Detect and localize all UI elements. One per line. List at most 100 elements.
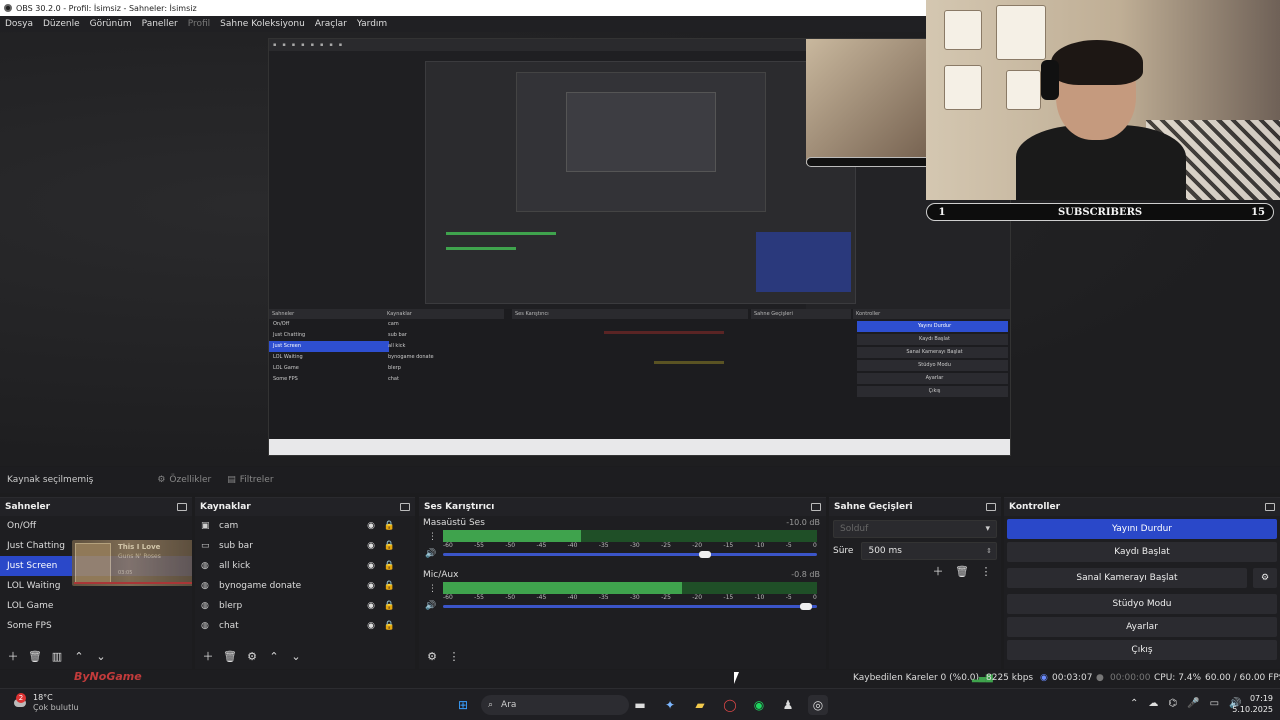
settings-button[interactable]: Ayarlar: [1007, 617, 1277, 637]
volume-slider[interactable]: [443, 605, 817, 608]
eye-icon[interactable]: ◉: [367, 521, 375, 531]
lock-icon[interactable]: 🔒: [384, 521, 395, 531]
kebab-menu-icon[interactable]: ⋮: [428, 532, 437, 542]
chevron-up-icon[interactable]: ⌃: [72, 649, 86, 663]
subscribers-overlay: 1 SUBSCRIBERS 15: [926, 203, 1274, 221]
undock-icon[interactable]: [1265, 503, 1275, 511]
eye-icon[interactable]: ◉: [367, 581, 375, 591]
start-recording-button[interactable]: Kaydı Başlat: [1007, 542, 1277, 562]
globe-icon: ◍: [201, 581, 209, 591]
taskbar-clock[interactable]: 07:19 5.10.2025: [1225, 693, 1273, 715]
game-app-icon[interactable]: ♟: [778, 695, 798, 715]
menu-edit[interactable]: Düzenle: [43, 19, 80, 29]
record-icon: ●: [1096, 673, 1104, 683]
source-item[interactable]: ▣ cam ◉ 🔒: [195, 516, 415, 536]
undock-icon[interactable]: [811, 503, 821, 511]
filter-icon[interactable]: ▥: [50, 649, 64, 663]
source-item[interactable]: ◍ all kick ◉ 🔒: [195, 556, 415, 576]
weather-icon: 2: [12, 693, 28, 711]
globe-icon: ◍: [201, 621, 209, 631]
preview-canvas[interactable]: ▪ ▪ ▪ ▪ ▪ ▪ ▪ ▪ Sahneler On/Off Just Chatting J…: [268, 38, 1011, 456]
trash-icon[interactable]: 🗑: [223, 649, 237, 663]
menu-view[interactable]: Görünüm: [90, 19, 132, 29]
eye-icon[interactable]: ◉: [367, 621, 375, 631]
menu-docks[interactable]: Paneller: [142, 19, 178, 29]
onedrive-icon[interactable]: ☁: [1148, 698, 1158, 709]
weather-widget[interactable]: 2 18°C Çok bulutlu: [12, 693, 79, 713]
source-item[interactable]: ◍ bynogame donate ◉ 🔒: [195, 576, 415, 596]
chevron-up-icon[interactable]: ⌃: [1130, 698, 1138, 709]
clock-date: 5.10.2025: [1232, 705, 1273, 714]
obs-taskbar-icon[interactable]: ◎: [808, 695, 828, 715]
eye-icon[interactable]: ◉: [367, 541, 375, 551]
lock-icon[interactable]: 🔒: [384, 581, 395, 591]
lock-icon[interactable]: 🔒: [384, 601, 395, 611]
spotify-icon[interactable]: ◉: [749, 695, 769, 715]
eye-icon[interactable]: ◉: [367, 601, 375, 611]
undock-icon[interactable]: [986, 503, 996, 511]
kebab-menu-icon[interactable]: ⋮: [428, 584, 437, 594]
undock-icon[interactable]: [400, 503, 410, 511]
chevron-down-icon[interactable]: ⌄: [94, 649, 108, 663]
kebab-menu-icon[interactable]: ⋮: [447, 649, 461, 663]
chevron-down-icon: ▾: [985, 524, 990, 534]
stop-streaming-button[interactable]: Yayını Durdur: [1007, 519, 1277, 539]
add-source-icon[interactable]: ＋: [201, 649, 215, 663]
taskbar-search[interactable]: ⌕ Ara: [481, 695, 629, 715]
duration-input[interactable]: 500 ms ⇕: [861, 542, 997, 560]
source-item[interactable]: ▭ sub bar ◉ 🔒: [195, 536, 415, 556]
add-scene-icon[interactable]: ＋: [6, 649, 20, 663]
scene-item[interactable]: Some FPS: [0, 616, 192, 636]
camera-icon: ▣: [201, 521, 210, 531]
mixer-channel: Mic/Aux -0.8 dB ⋮ -60 -55 -50 -45 -40 -35 -30-…: [419, 568, 826, 618]
virtual-camera-settings-button[interactable]: ⚙: [1253, 568, 1277, 588]
file-explorer-icon[interactable]: ▰: [690, 695, 710, 715]
gear-icon[interactable]: ⚙: [245, 649, 259, 663]
speaker-icon[interactable]: 🔊: [425, 601, 436, 611]
microphone-icon[interactable]: 🎤: [1187, 698, 1199, 709]
volume-slider-handle[interactable]: [799, 603, 812, 610]
clock-time: 07:19: [1249, 694, 1273, 703]
scene-item[interactable]: LOL Game: [0, 596, 192, 616]
task-view-icon[interactable]: ▬: [630, 695, 650, 715]
status-bar: ByNoGame Kaybedilen Kareler 0 (%0.0) ▂▄▆…: [0, 670, 1280, 688]
trash-icon[interactable]: 🗑: [28, 649, 42, 663]
webcam-feed: [926, 0, 1280, 200]
scene-item[interactable]: On/Off: [0, 516, 192, 536]
search-placeholder: Ara: [501, 700, 517, 710]
source-item[interactable]: ◍ blerp ◉ 🔒: [195, 596, 415, 616]
volume-slider-handle[interactable]: [698, 551, 711, 558]
exit-button[interactable]: Çıkış: [1007, 640, 1277, 660]
lock-icon[interactable]: 🔒: [384, 541, 395, 551]
transition-select[interactable]: Solduf ▾: [833, 520, 997, 538]
menu-scene-collection[interactable]: Sahne Koleksiyonu: [220, 19, 305, 29]
spinner-icon[interactable]: ⇕: [986, 547, 992, 555]
menu-tools[interactable]: Araçlar: [315, 19, 347, 29]
subscriber-rank: 1: [938, 206, 946, 218]
chevron-down-icon[interactable]: ⌄: [289, 649, 303, 663]
start-virtual-camera-button[interactable]: Sanal Kamerayı Başlat: [1007, 568, 1247, 588]
undock-icon[interactable]: [177, 503, 187, 511]
monitor-icon[interactable]: ▭: [1210, 698, 1219, 709]
volume-slider[interactable]: [443, 553, 817, 556]
gear-icon: ⚙: [157, 475, 166, 485]
gear-icon[interactable]: ⚙: [425, 649, 439, 663]
kebab-menu-icon[interactable]: ⋮: [979, 564, 993, 578]
menu-help[interactable]: Yardım: [357, 19, 387, 29]
windows-start-icon[interactable]: ⊞: [453, 695, 473, 715]
studio-mode-button[interactable]: Stüdyo Modu: [1007, 594, 1277, 614]
trash-icon[interactable]: 🗑: [955, 564, 969, 578]
source-item[interactable]: ◍ chat ◉ 🔒: [195, 616, 415, 636]
chevron-up-icon[interactable]: ⌃: [267, 649, 281, 663]
channel-name: Masaüstü Ses: [423, 518, 485, 528]
speaker-icon[interactable]: 🔊: [425, 549, 436, 559]
network-icon[interactable]: ⌬: [1168, 698, 1177, 709]
opera-icon[interactable]: ◯: [720, 695, 740, 715]
lock-icon[interactable]: 🔒: [384, 621, 395, 631]
eye-icon[interactable]: ◉: [367, 561, 375, 571]
globe-icon: ◍: [201, 601, 209, 611]
add-transition-icon[interactable]: ＋: [931, 564, 945, 578]
copilot-icon[interactable]: ✦: [660, 695, 680, 715]
menu-file[interactable]: Dosya: [5, 19, 33, 29]
lock-icon[interactable]: 🔒: [384, 561, 395, 571]
